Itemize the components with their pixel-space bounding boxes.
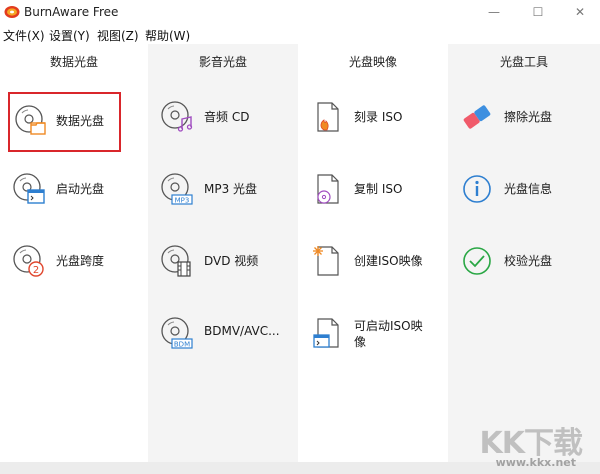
svg-text:MP3: MP3: [175, 197, 190, 205]
disc-terminal-icon: [13, 173, 45, 204]
iso-create-icon: [313, 246, 339, 276]
column-header: 数据光盘: [49, 55, 98, 69]
svg-text:2: 2: [33, 265, 39, 276]
tile-label: MP3 光盘: [204, 182, 258, 196]
tile-bdmv-avc[interactable]: BDM BDMV/AVC...: [156, 308, 291, 358]
column-header: 光盘工具: [499, 55, 548, 69]
tile-label: BDMV/AVC...: [204, 324, 280, 338]
menu-bar: 文件(X) 设置(Y) 视图(Z) 帮助(W): [0, 24, 600, 44]
disc-film-icon: [161, 245, 191, 277]
tile-disc-span[interactable]: 2 光盘跨度: [8, 236, 143, 286]
disc-bdm-icon: BDM: [161, 317, 193, 349]
watermark-url: www.kkx.net: [495, 456, 576, 469]
watermark: KK下载 www.kkx.net: [460, 418, 590, 469]
tile-label: 音频 CD: [204, 110, 250, 124]
iso-bootable-icon: [313, 318, 339, 348]
column-data-disc: 数据光盘 数据光盘 启动光盘 2 光盘跨度: [0, 44, 148, 462]
tile-bootable-iso[interactable]: 可启动ISO映像: [306, 308, 441, 358]
tile-label: DVD 视频: [204, 254, 259, 268]
tile-boot-disc[interactable]: 启动光盘: [8, 164, 143, 214]
eraser-icon: [463, 105, 491, 129]
tile-label: 复制 ISO: [354, 182, 403, 196]
info-icon: [463, 175, 491, 203]
tile-label: 创建ISO映像: [354, 254, 423, 268]
tile-erase-disc[interactable]: 擦除光盘: [456, 92, 591, 142]
tile-dvd-video[interactable]: DVD 视频: [156, 236, 291, 286]
iso-burn-icon: [317, 102, 339, 132]
tile-disc-info[interactable]: 光盘信息: [456, 164, 591, 214]
maximize-button[interactable]: ☐: [518, 0, 558, 24]
menu-view[interactable]: 视图(Z): [97, 27, 139, 44]
minimize-button[interactable]: —: [474, 0, 514, 24]
check-circle-icon: [463, 247, 491, 275]
column-disc-images: 光盘映像 刻录 ISO 复制 ISO 创建ISO映像 可启动ISO映像: [298, 44, 448, 462]
column-multimedia-disc: 影音光盘 音频 CD MP3 MP3 光盘 DVD 视频 BDM BDMV/AV…: [148, 44, 298, 462]
close-button[interactable]: ✕: [560, 0, 600, 24]
tile-mp3-disc[interactable]: MP3 MP3 光盘: [156, 164, 291, 214]
tile-verify-disc[interactable]: 校验光盘: [456, 236, 591, 286]
disc-folder-icon: [15, 105, 46, 135]
column-header: 影音光盘: [198, 55, 247, 69]
menu-settings[interactable]: 设置(Y): [49, 27, 90, 44]
column-header: 光盘映像: [348, 55, 397, 69]
tile-copy-iso[interactable]: 复制 ISO: [306, 164, 441, 214]
disc-music-icon: [161, 101, 193, 132]
disc-span-icon: 2: [13, 245, 44, 277]
column-disc-tools: 光盘工具 擦除光盘 光盘信息 校验光盘: [448, 44, 600, 462]
svg-text:BDM: BDM: [174, 341, 190, 349]
tile-label: 光盘跨度: [56, 254, 105, 268]
disc-mp3-icon: MP3: [161, 173, 193, 205]
menu-help[interactable]: 帮助(W): [145, 27, 190, 44]
tile-label: 校验光盘: [504, 254, 553, 268]
tile-label: 数据光盘: [56, 114, 105, 128]
tile-create-iso[interactable]: 创建ISO映像: [306, 236, 441, 286]
tile-burn-iso[interactable]: 刻录 ISO: [306, 92, 441, 142]
main-panel: 数据光盘 数据光盘 启动光盘 2 光盘跨度 影音光盘 音频 CD MP3 MP3…: [0, 44, 600, 462]
tile-data-disc[interactable]: 数据光盘: [8, 92, 121, 152]
menu-file[interactable]: 文件(X): [3, 27, 45, 44]
tile-audio-cd[interactable]: 音频 CD: [156, 92, 291, 142]
tile-label: 擦除光盘: [504, 110, 553, 124]
tile-label: 光盘信息: [504, 182, 553, 196]
tile-label: 可启动ISO映像: [354, 319, 423, 349]
tile-label: 启动光盘: [56, 182, 105, 196]
window-title: BurnAware Free: [24, 5, 119, 19]
burnaware-logo-icon: [4, 6, 20, 18]
iso-copy-icon: [317, 174, 339, 204]
title-bar: BurnAware Free — ☐ ✕: [0, 0, 600, 24]
tile-label: 刻录 ISO: [354, 110, 403, 124]
